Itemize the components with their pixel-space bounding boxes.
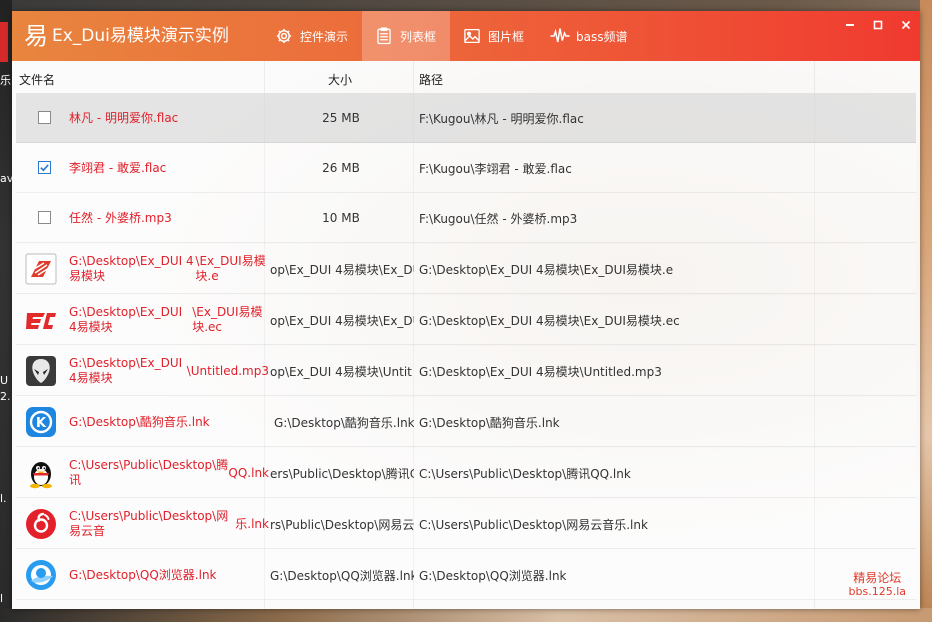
tab-picturebox[interactable]: 图片框 <box>450 11 538 61</box>
file-size: G:\Desktop\酷狗音乐.lnk <box>274 415 414 430</box>
desktop-label-fragment: 乐 <box>0 74 11 87</box>
desktop-label-fragment: l. <box>0 492 7 505</box>
file-name: C:\Users\Public\Desktop\腾讯 QQ.lnk <box>69 458 269 487</box>
desktop-background-right <box>920 0 932 622</box>
list-item[interactable]: K G:\Desktop\酷狗音乐.lnk G:\Desktop\酷狗音乐.ln… <box>16 397 916 447</box>
file-name: G:\Desktop\酷狗音乐.lnk <box>69 414 210 429</box>
file-path: F:\Kugou\任然 - 外婆桥.mp3 <box>419 211 578 226</box>
qq-penguin-icon <box>25 457 57 489</box>
row-checkbox-checked[interactable] <box>38 161 51 174</box>
file-path: F:\Kugou\李翊君 - 敢爱.flac <box>419 161 572 176</box>
desktop-label-fragment: 2. <box>0 390 11 403</box>
file-path: G:\Desktop\QQ浏览器.lnk <box>419 568 567 583</box>
main-nav: 控件演示 列表框 图片框 bass频谱 <box>262 11 642 61</box>
file-path: F:\Kugou\林凡 - 明明爱你.flac <box>419 111 584 126</box>
file-path: G:\Desktop\Ex_DUI 4易模块\Ex_DUI易模块.e <box>419 262 674 277</box>
app-title: Ex_Dui易模块演示实例 <box>52 26 229 46</box>
row-checkbox[interactable] <box>38 111 51 124</box>
list-item[interactable]: 任然 - 外婆桥.mp3 10 MB F:\Kugou\任然 - 外婆桥.mp3 <box>16 193 916 243</box>
desktop-background-left <box>0 0 12 622</box>
qq-browser-icon <box>25 559 57 591</box>
netease-music-icon <box>25 508 57 540</box>
list-item[interactable]: 李翊君 - 敢爱.flac 26 MB F:\Kugou\李翊君 - 敢爱.fl… <box>16 143 916 193</box>
row-checkbox[interactable] <box>38 211 51 224</box>
desktop-background-bottom <box>0 608 932 622</box>
tab-label: bass频谱 <box>576 29 628 44</box>
desktop-icon-fragment <box>0 22 8 62</box>
file-name: 林凡 - 明明爱你.flac <box>69 110 179 125</box>
file-name: 李翊君 - 敢爱.flac <box>69 160 167 175</box>
column-header-size[interactable]: 大小 <box>328 71 352 88</box>
tab-label: 图片框 <box>488 29 525 44</box>
alien-media-icon <box>25 355 57 387</box>
title-bar[interactable]: 易 Ex_Dui易模块演示实例 控件演示 列表框 图片框 bass频谱 <box>12 11 920 61</box>
file-name: G:\Desktop\Ex_DUI 4易模块 \Untitled.mp3 <box>69 356 269 385</box>
image-icon <box>462 26 482 46</box>
ec-file-icon <box>25 304 57 336</box>
close-button[interactable] <box>892 11 920 39</box>
e-file-icon <box>25 253 57 285</box>
file-path: G:\Desktop\Ex_DUI 4易模块\Ex_DUI易模块.ec <box>419 313 680 328</box>
minimize-button[interactable] <box>836 11 864 39</box>
list-header: 文件名 大小 路径 <box>12 66 920 88</box>
desktop-label-fragment: U <box>0 374 9 387</box>
svg-text:K: K <box>36 416 47 431</box>
file-size: rs\Public\Desktop\网易云音 <box>270 517 414 532</box>
list-item[interactable]: G:\Desktop\Ex_DUI 4易模块 \Untitled.mp3 op\E… <box>16 346 916 396</box>
file-name: G:\Desktop\Ex_DUI 4易模块 \Ex_DUI易模块.ec <box>69 305 263 334</box>
file-name: C:\Users\Public\Desktop\网易云音 乐.lnk <box>69 509 269 538</box>
tab-label: 控件演示 <box>300 29 349 44</box>
column-header-path[interactable]: 路径 <box>419 71 443 88</box>
waveform-icon <box>550 26 570 46</box>
file-path: G:\Desktop\Ex_DUI 4易模块\Untitled.mp3 <box>419 364 662 379</box>
file-size: op\Ex_DUI 4易模块\Ex_DU <box>270 262 414 277</box>
list-item[interactable]: 林凡 - 明明爱你.flac 25 MB F:\Kugou\林凡 - 明明爱你.… <box>16 93 916 143</box>
window-controls <box>836 11 920 39</box>
forum-watermark: 精易论坛 bbs.125.la <box>848 571 906 598</box>
file-name: 任然 - 外婆桥.mp3 <box>69 210 172 225</box>
app-logo-icon: 易 <box>24 22 48 50</box>
file-path: G:\Desktop\酷狗音乐.lnk <box>419 415 560 430</box>
tab-bass-spectrum[interactable]: bass频谱 <box>538 11 641 61</box>
file-name: G:\Desktop\Ex_DUI 4易模块 \Ex_DUI易模块.e <box>69 254 266 283</box>
file-size: op\Ex_DUI 4易模块\Untit <box>270 364 412 379</box>
gear-icon <box>274 26 294 46</box>
file-size: ers\Public\Desktop\腾讯C <box>270 466 414 481</box>
file-size: 26 MB <box>322 161 360 175</box>
list-item[interactable]: G:\Desktop\Ex_DUI 4易模块 \Ex_DUI易模块.e op\Ex… <box>16 244 916 294</box>
file-size: 10 MB <box>322 211 360 225</box>
desktop-label-fragment: l <box>0 592 4 605</box>
list-item[interactable]: G:\Desktop\QQ浏览器.lnk G:\Desktop\QQ浏览器.ln… <box>16 550 916 600</box>
app-window: 易 Ex_Dui易模块演示实例 控件演示 列表框 图片框 bass频谱 文件名 … <box>12 11 920 609</box>
file-name: G:\Desktop\QQ浏览器.lnk <box>69 567 217 582</box>
kugou-icon: K <box>25 406 57 438</box>
tab-listbox[interactable]: 列表框 <box>362 11 451 61</box>
tab-label: 列表框 <box>400 29 437 44</box>
file-path: C:\Users\Public\Desktop\网易云音乐.lnk <box>419 517 648 532</box>
maximize-button[interactable] <box>864 11 892 39</box>
list-icon <box>374 26 394 46</box>
file-size: op\Ex_DUI 4易模块\Ex_DU <box>270 313 414 328</box>
list-item[interactable]: G:\Desktop\Ex_DUI 4易模块 \Ex_DUI易模块.ec op\E… <box>16 295 916 345</box>
file-listview[interactable]: 文件名 大小 路径 林凡 - 明明爱你.flac 25 MB F:\Kugou\… <box>12 61 920 609</box>
tab-controls-demo[interactable]: 控件演示 <box>262 11 362 61</box>
file-path: C:\Users\Public\Desktop\腾讯QQ.lnk <box>419 466 631 481</box>
list-item[interactable]: C:\Users\Public\Desktop\网易云音 乐.lnk rs\Pub… <box>16 499 916 549</box>
checkmark-icon <box>40 164 49 172</box>
file-size: 25 MB <box>322 111 360 125</box>
file-size: G:\Desktop\QQ浏览器.lnk <box>270 568 414 583</box>
column-header-name[interactable]: 文件名 <box>19 71 55 88</box>
list-item[interactable]: C:\Users\Public\Desktop\腾讯 QQ.lnk ers\Pub… <box>16 448 916 498</box>
